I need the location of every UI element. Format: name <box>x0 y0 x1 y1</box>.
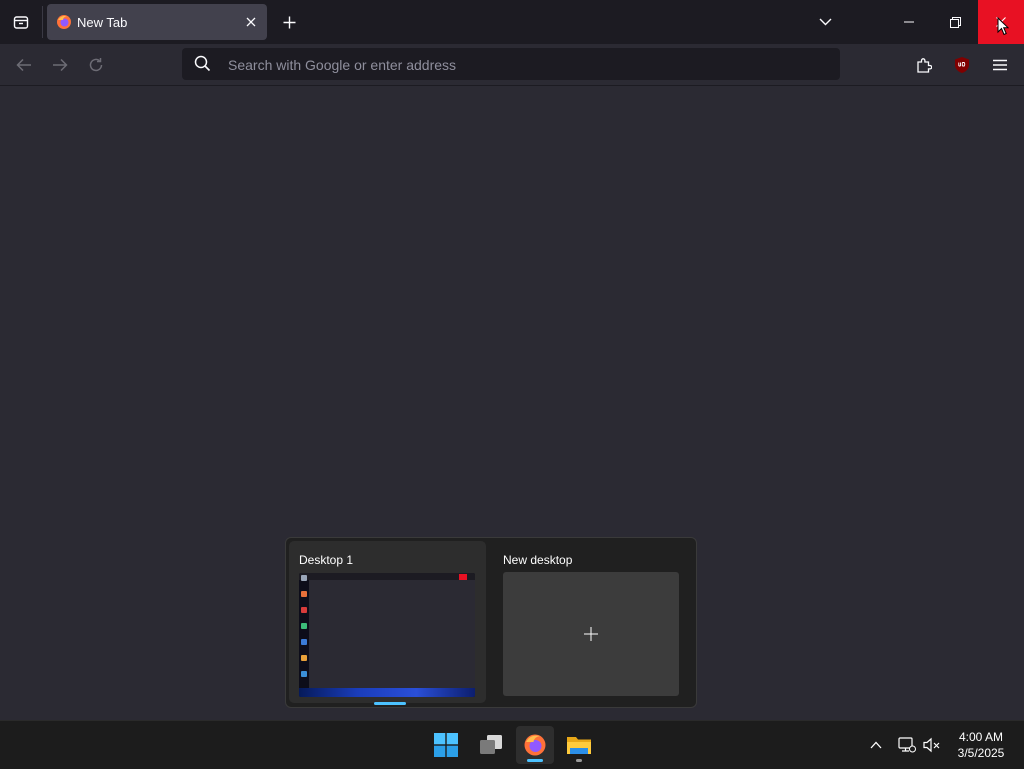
tab-strip: New Tab <box>0 0 1024 44</box>
new-desktop-button[interactable] <box>503 572 679 696</box>
new-tab-button[interactable] <box>278 11 300 33</box>
tab-strip-divider <box>42 6 43 38</box>
desktop-1-thumbnail[interactable] <box>299 573 475 697</box>
search-icon <box>194 55 211 72</box>
network-button[interactable] <box>897 735 917 755</box>
firefox-view-button[interactable] <box>0 0 42 44</box>
active-desktop-indicator <box>374 702 406 705</box>
desktop-label: Desktop 1 <box>299 553 354 567</box>
tab-title: New Tab <box>77 15 128 30</box>
running-indicator <box>576 759 582 762</box>
address-input[interactable] <box>226 54 810 76</box>
ublock-origin-button[interactable] <box>949 52 975 78</box>
speaker-muted-icon <box>923 737 940 753</box>
firefox-icon <box>524 734 546 756</box>
address-bar[interactable] <box>182 48 840 80</box>
system-clock[interactable]: 4:00 AM 3/5/2025 <box>946 729 1016 761</box>
ublock-shield-icon <box>955 57 969 73</box>
volume-button[interactable] <box>922 735 942 755</box>
minimize-icon <box>904 21 914 23</box>
extensions-button[interactable] <box>911 52 937 78</box>
forward-button[interactable] <box>47 52 73 78</box>
reload-button[interactable] <box>83 52 109 78</box>
show-hidden-icons-button[interactable] <box>866 735 886 755</box>
minimize-button[interactable] <box>886 0 932 44</box>
firefox-view-icon <box>13 16 29 29</box>
clock-time: 4:00 AM <box>958 730 1004 744</box>
close-icon <box>246 17 256 27</box>
taskbar-file-explorer-button[interactable] <box>560 726 598 764</box>
plus-icon <box>283 16 295 28</box>
desktop-1-card[interactable]: Desktop 1 <box>289 541 486 705</box>
menu-button[interactable] <box>987 52 1013 78</box>
taskbar-firefox-button[interactable] <box>516 726 554 764</box>
tab-close-button[interactable] <box>241 12 261 32</box>
task-view-button[interactable] <box>472 726 510 764</box>
restore-icon <box>949 16 961 28</box>
new-desktop-label: New desktop <box>503 553 573 567</box>
start-icon <box>434 733 458 757</box>
start-button[interactable] <box>427 726 465 764</box>
file-explorer-icon <box>567 737 591 754</box>
hamburger-menu-icon <box>993 59 1007 71</box>
puzzle-icon <box>917 58 932 73</box>
chevron-up-icon <box>870 741 882 749</box>
reload-icon <box>89 58 103 72</box>
network-icon <box>898 737 916 753</box>
mouse-cursor-icon <box>997 17 1009 36</box>
tab-new-tab[interactable]: New Tab <box>47 4 267 40</box>
running-indicator <box>527 759 543 762</box>
chevron-down-icon <box>819 18 831 26</box>
arrow-right-icon <box>53 58 68 72</box>
back-button[interactable] <box>11 52 37 78</box>
arrow-left-icon <box>16 58 31 72</box>
clock-date: 3/5/2025 <box>957 746 1005 760</box>
virtual-desktops-flyout: Desktop 1 New desktop <box>285 537 697 708</box>
task-view-icon <box>480 735 502 754</box>
desktop-icons-preview <box>300 575 308 685</box>
firefox-favicon-icon <box>57 15 71 29</box>
restore-button[interactable] <box>932 0 978 44</box>
list-all-tabs-button[interactable] <box>814 11 836 33</box>
taskbar: 4:00 AM 3/5/2025 <box>0 720 1024 769</box>
plus-icon <box>584 627 598 641</box>
